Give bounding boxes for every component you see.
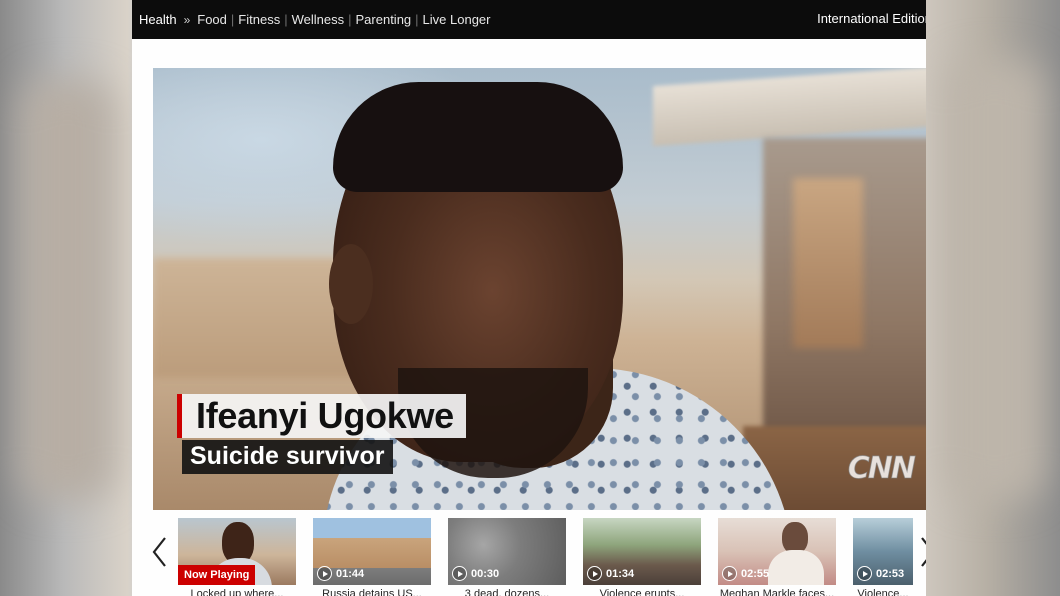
duration-text: 01:44 xyxy=(336,567,365,580)
carousel-caption[interactable]: Russia detains US... xyxy=(313,588,431,596)
duration-label: 00:30 xyxy=(452,566,499,581)
play-circle-icon xyxy=(452,566,467,581)
lower-third-title: Suicide survivor xyxy=(182,440,393,474)
carousel-item-5[interactable]: 02:53 xyxy=(853,518,913,585)
duration-label: 01:44 xyxy=(317,566,364,581)
video-background-doorway xyxy=(793,178,863,348)
play-circle-icon xyxy=(722,566,737,581)
nav-item-fitness[interactable]: Fitness xyxy=(238,12,280,27)
duration-label: 02:53 xyxy=(857,566,904,581)
backdrop-right-blur xyxy=(945,60,1045,500)
nav-section-health[interactable]: Health xyxy=(139,12,177,27)
carousel-item-4[interactable]: 02:55 xyxy=(718,518,836,585)
nav-item-food[interactable]: Food xyxy=(197,12,227,27)
nav-item-live-longer[interactable]: Live Longer xyxy=(423,12,491,27)
video-player[interactable]: Ifeanyi Ugokwe Suicide survivor CNN xyxy=(153,68,926,510)
nav-item-parenting[interactable]: Parenting xyxy=(356,12,412,27)
chevron-right-icon[interactable] xyxy=(918,532,926,572)
nav-divider: | xyxy=(348,12,352,27)
duration-label: 02:55 xyxy=(722,566,769,581)
top-navigation-bar: Health » Food | Fitness | Wellness | Par… xyxy=(132,0,926,39)
nav-divider: | xyxy=(230,12,235,27)
carousel-caption[interactable]: Meghan Markle faces... xyxy=(718,588,836,596)
carousel-item-0[interactable]: Now Playing xyxy=(178,518,296,585)
duration-text: 02:53 xyxy=(876,567,905,580)
carousel-item-2[interactable]: 00:30 xyxy=(448,518,566,585)
backdrop-left-blur xyxy=(20,80,115,500)
duration-text: 00:30 xyxy=(471,567,500,580)
nav-divider: | xyxy=(415,12,419,27)
carousel-caption[interactable]: Violence... xyxy=(853,588,913,596)
carousel-caption[interactable]: Violence erupts... xyxy=(583,588,701,596)
subject-ear xyxy=(329,244,373,324)
lower-third-caption: Ifeanyi Ugokwe Suicide survivor xyxy=(177,394,466,474)
play-circle-icon xyxy=(587,566,602,581)
play-circle-icon xyxy=(857,566,872,581)
nav-item-wellness[interactable]: Wellness xyxy=(292,12,345,27)
carousel-caption[interactable]: 3 dead, dozens... xyxy=(448,588,566,596)
now-playing-badge: Now Playing xyxy=(178,565,256,585)
play-circle-icon xyxy=(317,566,332,581)
cnn-watermark-logo: CNN xyxy=(847,451,916,487)
carousel-item-3[interactable]: 01:34 xyxy=(583,518,701,585)
duration-text: 01:34 xyxy=(606,567,635,580)
lower-third-name: Ifeanyi Ugokwe xyxy=(177,394,466,438)
duration-text: 02:55 xyxy=(741,567,770,580)
subject-hair xyxy=(333,82,623,192)
video-carousel: Now Playing 01:44 00:30 01:34 02:55 02:5… xyxy=(132,510,926,596)
cnn-page: Health » Food | Fitness | Wellness | Par… xyxy=(132,0,926,596)
chevron-left-icon[interactable] xyxy=(150,532,170,572)
edition-selector[interactable]: International Edition xyxy=(817,11,926,26)
carousel-item-1[interactable]: 01:44 xyxy=(313,518,431,585)
video-background-roof xyxy=(653,68,926,147)
nav-divider: | xyxy=(284,12,288,27)
duration-label: 01:34 xyxy=(587,566,634,581)
nav-breadcrumb-separator: » xyxy=(183,12,191,27)
carousel-caption[interactable]: Locked up where... xyxy=(178,588,296,596)
